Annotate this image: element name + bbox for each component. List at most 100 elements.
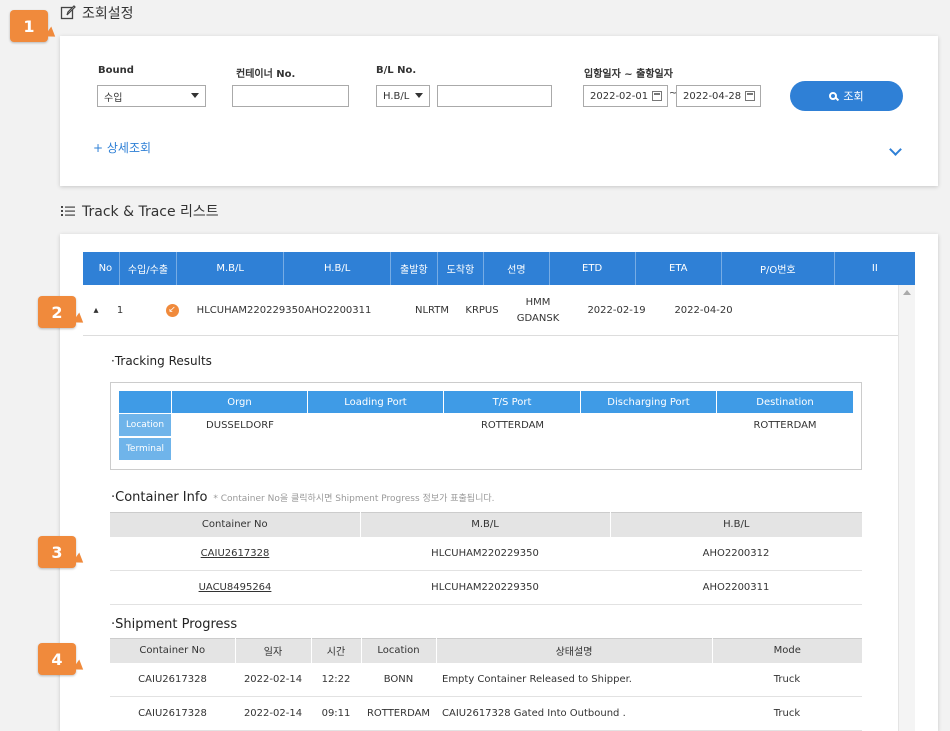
date-to-input[interactable]: 2022-04-28 — [676, 85, 761, 107]
search-button[interactable]: 조회 — [790, 81, 903, 111]
sp-location: BONN — [361, 662, 436, 697]
col-po: P/O번호 — [722, 252, 835, 285]
container-info-table: Container No M.B/L H.B/L CAIU2617328 HLC… — [110, 512, 862, 605]
ci-col-mbl: M.B/L — [360, 512, 611, 537]
search-panel — [60, 36, 938, 186]
tracking-discharging-location — [581, 414, 717, 436]
sp-date: 2022-02-14 — [235, 696, 311, 731]
tracking-row-location: Location — [119, 414, 171, 436]
tracking-col-destination: Destination — [717, 391, 853, 413]
callout-1: 1 — [10, 10, 48, 42]
tracking-row-terminal: Terminal — [119, 438, 171, 460]
ci-col-hbl: H.B/L — [610, 512, 862, 537]
bound-select[interactable]: 수입 — [97, 85, 206, 107]
sp-status: Empty Container Released to Shipper. — [436, 662, 712, 697]
tracking-destination-location: ROTTERDAM — [753, 419, 817, 431]
sp-mode: Truck — [712, 696, 862, 731]
sp-col-mode: Mode — [712, 638, 862, 663]
sp-date: 2022-02-14 — [235, 662, 311, 697]
tracking-col-loading: Loading Port — [308, 391, 444, 413]
callout-2: 2 — [38, 296, 76, 328]
callout-3: 3 — [38, 536, 76, 568]
container-label: 컨테이너 No. — [236, 69, 296, 80]
shipment-progress-title: ·Shipment Progress — [111, 617, 238, 632]
tracking-results-title: ·Tracking Results — [111, 354, 212, 368]
sp-time: 12:22 — [311, 662, 361, 697]
row-hbl: AHO2200311 — [304, 304, 372, 316]
chevron-down-icon — [415, 93, 423, 98]
col-arrival: 도착항 — [438, 252, 485, 285]
sp-col-time: 시간 — [311, 638, 362, 663]
row-arrival: KRPUS — [465, 304, 499, 316]
container-link[interactable]: UACU8495264 — [110, 570, 360, 605]
bl-type-select[interactable]: H.B/L — [376, 85, 430, 107]
search-section-title: 조회설정 — [60, 3, 134, 23]
col-mbl: M.B/L — [177, 252, 285, 285]
table-row: CAIU2617328 2022-02-14 09:11 ROTTERDAM C… — [110, 696, 862, 731]
col-eta: ETA — [636, 252, 722, 285]
tracking-orgn-location: DUSSELDORF — [206, 419, 274, 431]
edit-icon — [60, 5, 76, 20]
callout-4: 4 — [38, 643, 76, 675]
container-input[interactable] — [232, 85, 349, 107]
col-bound: 수입/수출 — [120, 252, 178, 285]
ci-mbl: HLCUHAM220229350 — [360, 536, 610, 571]
tracking-ts-location: ROTTERDAM — [480, 419, 545, 431]
tracking-col-orgn: Orgn — [172, 391, 308, 413]
sp-col-location: Location — [361, 638, 437, 663]
tracking-corner — [119, 391, 171, 413]
sp-time: 09:11 — [311, 696, 361, 731]
row-vessel: HMM GDANSK — [516, 296, 560, 324]
container-link[interactable]: CAIU2617328 — [110, 536, 360, 571]
table-row: CAIU2617328 2022-02-14 12:22 BONN Empty … — [110, 662, 862, 697]
tracking-loading-location — [308, 414, 444, 436]
col-no: No — [92, 252, 120, 285]
col-etd: ETD — [550, 252, 636, 285]
shipment-progress-table: Container No 일자 시간 Location 상태설명 Mode CA… — [110, 638, 862, 731]
calendar-icon[interactable] — [745, 91, 755, 101]
tracking-col-ts: T/S Port — [444, 391, 581, 413]
bl-label: B/L No. — [376, 65, 417, 76]
list-section-title: Track & Trace 리스트 — [60, 201, 219, 221]
row-etd: 2022-02-19 — [587, 304, 646, 316]
date-range-label: 입항일자 ~ 출항일자 — [584, 69, 673, 80]
import-arrow-icon: ↙ — [165, 304, 179, 317]
sp-location: ROTTERDAM — [361, 696, 436, 731]
row-po — [747, 285, 861, 336]
sp-col-date: 일자 — [235, 638, 312, 663]
ci-hbl: AHO2200311 — [610, 570, 862, 605]
row-departure: NLRTM — [414, 304, 449, 316]
vertical-scrollbar[interactable] — [898, 285, 915, 731]
sp-col-status: 상태설명 — [436, 638, 713, 663]
col-extra: II — [871, 263, 878, 274]
calendar-icon[interactable] — [652, 91, 662, 101]
ci-col-container: Container No — [110, 512, 361, 537]
container-info-note: * Container No을 클릭하시면 Shipment Progress … — [213, 494, 495, 504]
ci-mbl: HLCUHAM220229350 — [360, 570, 610, 605]
table-row[interactable]: ▴ 1 ↙ HLCUHAM220229350 AHO2200311 NLRTM … — [83, 285, 898, 336]
main-table-header: No 수입/수출 M.B/L H.B/L 출발항 도착항 선명 ETD ETA … — [83, 252, 915, 285]
bl-input[interactable] — [437, 85, 552, 107]
search-icon — [829, 92, 838, 100]
container-info-title: ·Container Info * Container No을 클릭하시면 Shi… — [111, 490, 495, 505]
ci-hbl: AHO2200312 — [610, 536, 862, 571]
sp-container: CAIU2617328 — [110, 696, 235, 731]
bound-label: Bound — [98, 65, 134, 76]
tracking-col-discharging: Discharging Port — [581, 391, 717, 413]
sp-col-container: Container No — [110, 638, 236, 663]
table-row: UACU8495264 HLCUHAM220229350 AHO2200311 — [110, 570, 862, 605]
col-vessel: 선명 — [484, 252, 550, 285]
advanced-search-link[interactable]: + 상세조회 — [93, 139, 151, 156]
chevron-down-icon — [191, 93, 199, 98]
sp-container: CAIU2617328 — [110, 662, 235, 697]
row-eta: 2022-04-20 — [674, 304, 733, 316]
list-icon — [61, 206, 75, 216]
row-mbl: HLCUHAM220229350 — [196, 304, 305, 316]
sp-status: CAIU2617328 Gated Into Outbound . — [436, 696, 712, 731]
table-row: CAIU2617328 HLCUHAM220229350 AHO2200312 — [110, 536, 862, 571]
row-no: 1 — [116, 304, 124, 316]
collapse-toggle-icon[interactable]: ▴ — [91, 285, 101, 336]
sp-mode: Truck — [712, 662, 862, 697]
date-from-input[interactable]: 2022-02-01 — [583, 85, 668, 107]
col-departure: 출발항 — [391, 252, 438, 285]
